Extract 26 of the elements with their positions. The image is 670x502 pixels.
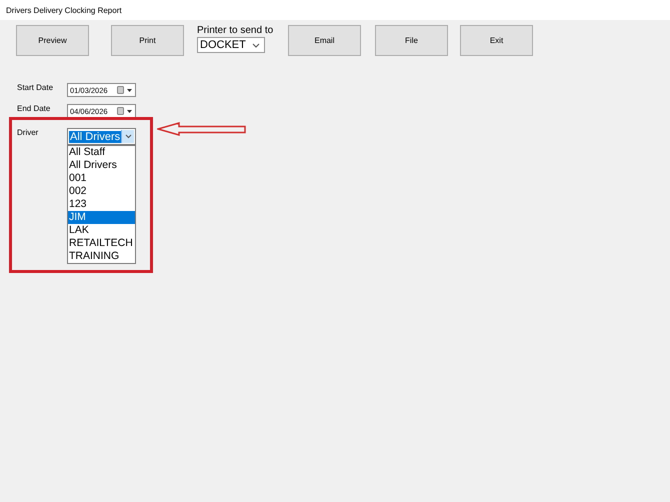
dropdown-option[interactable]: RETAILTECH [68,237,135,250]
window-title: Drivers Delivery Clocking Report [6,6,122,14]
toolbar-button[interactable]: Print [111,25,184,56]
toolbar-button[interactable]: Exit [460,25,533,56]
calendar-dropdown-icon [117,107,133,115]
field-label: Start Date [17,83,54,92]
dropdown-option[interactable]: TRAINING [68,250,135,263]
toolbar-button[interactable]: Email [288,25,361,56]
dropdown-option[interactable]: 001 [68,172,135,185]
dropdown-option[interactable]: LAK [68,224,135,237]
driver-dropdown[interactable]: All Drivers [67,128,136,145]
dropdown-option[interactable]: All Drivers [68,159,135,172]
toolbar-button[interactable]: Preview [16,25,89,56]
field-label: Driver [17,128,40,137]
dropdown-option[interactable]: 002 [68,185,135,198]
dropdown-option[interactable]: All Staff [68,146,135,159]
chevron-icon [124,134,132,139]
toolbar-button[interactable]: File [375,25,448,56]
calendar-dropdown-icon [117,86,133,94]
arrow-icon [157,122,247,136]
printer-dropdown[interactable]: DOCKET [197,37,265,53]
chevron-icon [252,42,260,48]
printer-label: Printer to send to [197,25,271,36]
dropdown-option[interactable]: JIM [68,211,135,224]
field-label: End Date [17,104,52,113]
dropdown-option[interactable]: 123 [68,198,135,211]
